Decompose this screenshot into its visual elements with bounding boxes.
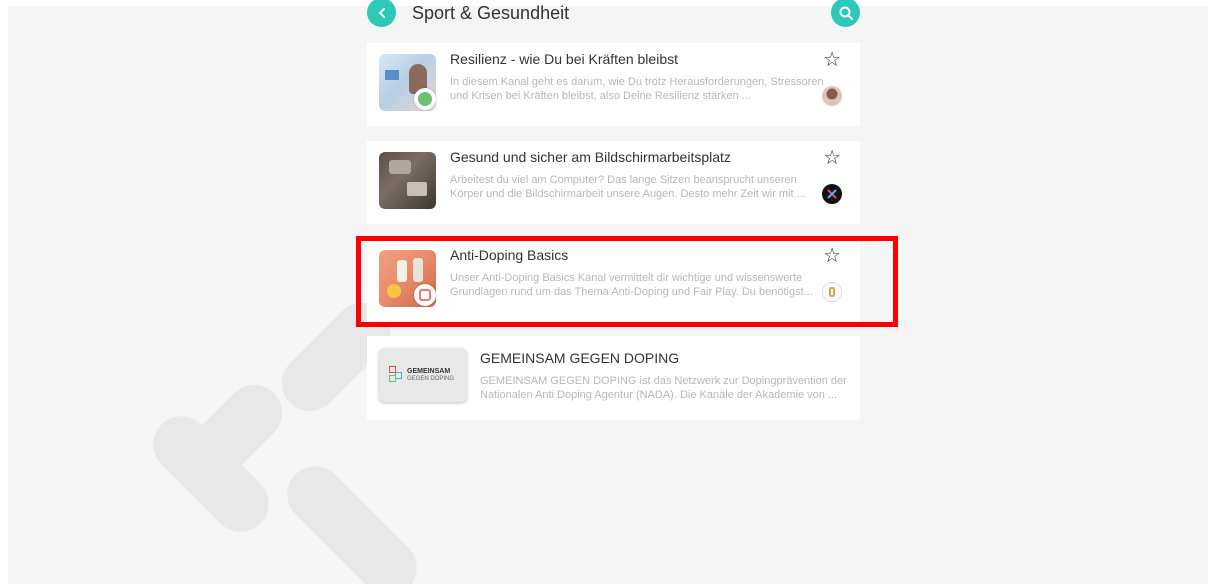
badge-dot bbox=[418, 92, 432, 106]
highlight-annotation bbox=[356, 236, 898, 327]
chevron-left-icon bbox=[378, 7, 385, 18]
logo-block bbox=[389, 375, 396, 382]
search-button[interactable] bbox=[831, 0, 860, 27]
channel-card-bildschirmarbeitsplatz[interactable]: Gesund und sicher am Bildschirmarbeitspl… bbox=[367, 141, 860, 224]
channel-description: GEMEINSAM GEGEN DOPING ist das Netzwerk … bbox=[480, 375, 847, 401]
channel-thumbnail bbox=[379, 152, 436, 209]
search-icon bbox=[839, 6, 853, 20]
thumbnail-detail bbox=[407, 182, 427, 196]
page-title: Sport & Gesundheit bbox=[412, 3, 570, 23]
channel-badge bbox=[414, 88, 436, 110]
cross-logo-icon bbox=[827, 189, 837, 199]
channel-title: Gesund und sicher am Bildschirmarbeitspl… bbox=[450, 149, 731, 165]
favorite-star-icon[interactable]: ☆ bbox=[823, 47, 841, 72]
channel-card-gemeinsam-gegen-doping[interactable]: GEMEINSAM GEGEN DOPING GEMEINSAM GEGEN D… bbox=[367, 336, 860, 420]
channel-logo-thumbnail: GEMEINSAM GEGEN DOPING bbox=[379, 348, 467, 402]
channel-description: In diesem Kanal geht es darum, wie Du tr… bbox=[450, 76, 824, 102]
favorite-star-icon[interactable]: ☆ bbox=[823, 145, 841, 170]
author-avatar bbox=[822, 86, 842, 106]
logo-blocks bbox=[389, 366, 403, 382]
channel-card-resilienz[interactable]: Resilienz - wie Du bei Kräften bleibst I… bbox=[367, 43, 860, 126]
thumbnail-detail bbox=[385, 70, 399, 80]
logo-block bbox=[395, 372, 402, 379]
page-header: Sport & Gesundheit bbox=[367, 0, 860, 30]
channel-description: Arbeitest du viel am Computer? Das lange… bbox=[450, 174, 806, 200]
back-button[interactable] bbox=[367, 0, 396, 27]
watermark-stroke bbox=[275, 454, 429, 584]
thumbnail-detail bbox=[389, 160, 411, 174]
logo-text-1: GEMEINSAM bbox=[407, 368, 451, 375]
author-avatar bbox=[822, 184, 842, 204]
channel-title: Resilienz - wie Du bei Kräften bleibst bbox=[450, 51, 678, 67]
channel-title: GEMEINSAM GEGEN DOPING bbox=[480, 350, 680, 366]
logo-text-2: GEGEN DOPING bbox=[407, 376, 455, 382]
